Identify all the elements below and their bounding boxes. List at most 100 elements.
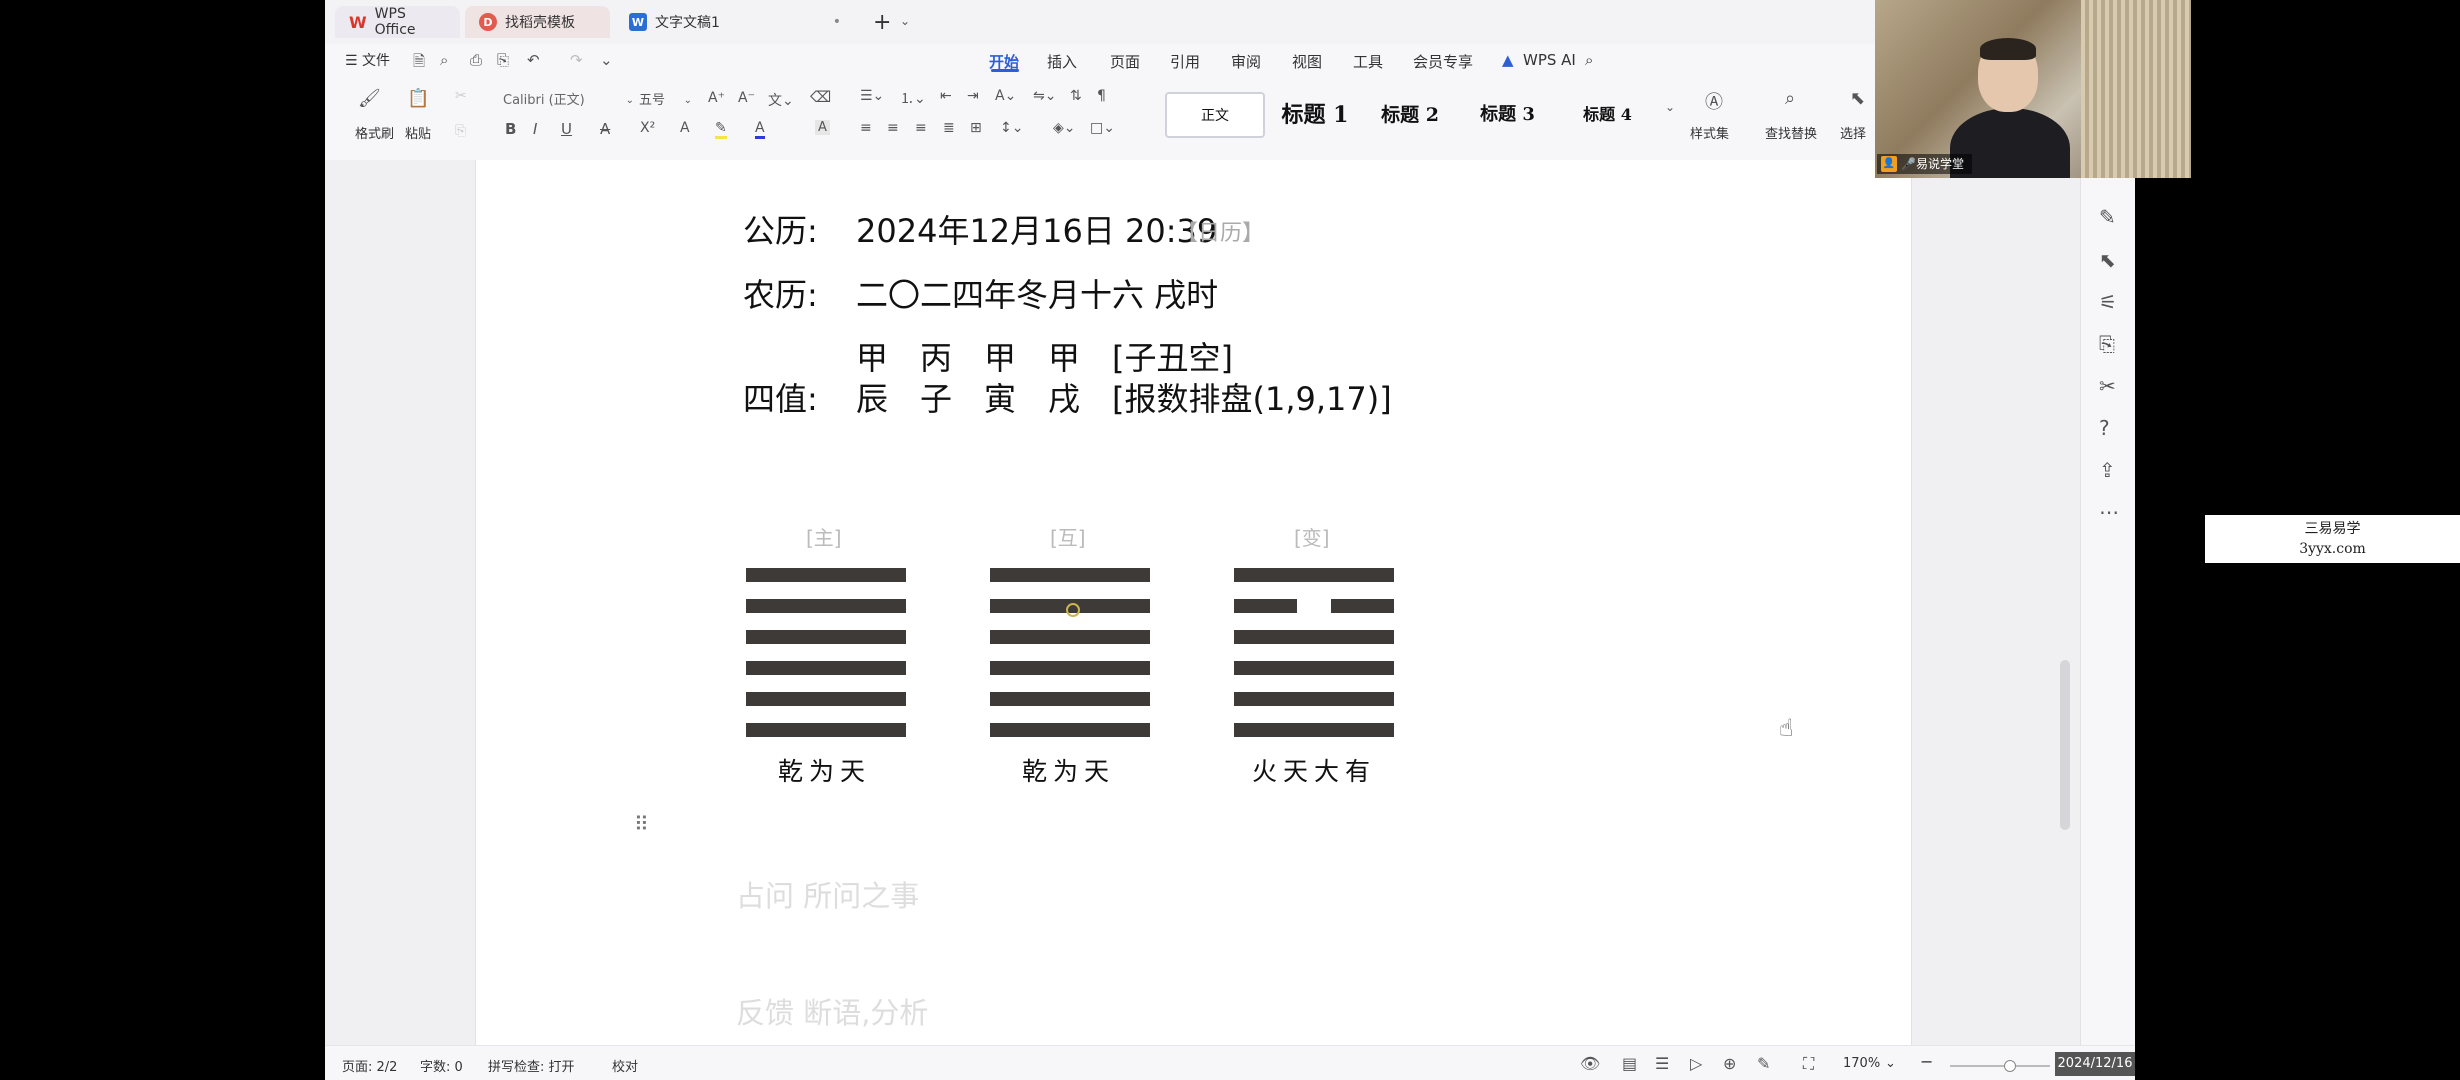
tab-wps-office[interactable]: W WPS Office xyxy=(335,6,460,38)
decrease-indent-icon[interactable]: ⇤ xyxy=(940,88,952,104)
underline-icon[interactable]: U xyxy=(561,120,572,138)
style-heading-4[interactable]: 标题 4 xyxy=(1560,92,1655,134)
close-tab-icon[interactable]: • xyxy=(833,14,841,30)
tab-docer-templates[interactable]: D 找稻壳模板 xyxy=(465,6,610,38)
select-cursor-icon: ⬉ xyxy=(1850,88,1866,109)
style-heading-2[interactable]: 标题 2 xyxy=(1365,92,1455,134)
undo-icon[interactable]: ↶ xyxy=(527,51,540,69)
align-right-icon[interactable]: ≡ xyxy=(915,120,927,136)
increase-indent-icon[interactable]: ⇥ xyxy=(967,88,979,104)
find-replace-button[interactable]: 查找替换 xyxy=(1765,123,1817,142)
phonetic-guide-icon[interactable]: 文⌄ xyxy=(768,90,794,110)
format-painter-button[interactable]: 格式刷 xyxy=(355,123,394,142)
file-menu[interactable]: ☰ 文件 xyxy=(345,50,390,70)
style-set-button[interactable]: 样式集 xyxy=(1690,123,1729,142)
document-page[interactable]: 公历: 2024年12月16日 20:39 【日历】 农历: 二〇二四年冬月十六… xyxy=(475,160,1912,1045)
tab-page[interactable]: 页面 xyxy=(1110,51,1140,72)
copy-icon[interactable]: ⎘ xyxy=(455,123,466,139)
tab-wps-ai[interactable]: WPS AI xyxy=(1523,51,1576,69)
strikethrough-icon[interactable]: A xyxy=(600,120,610,138)
justify-icon[interactable]: ≣ xyxy=(943,120,955,136)
bullet-list-icon[interactable]: ☰⌄ xyxy=(860,88,884,104)
page-view-icon[interactable]: ▤ xyxy=(1622,1054,1637,1073)
proofread-button[interactable]: 校对 xyxy=(612,1056,638,1075)
bold-icon[interactable]: B xyxy=(505,120,516,138)
style-heading-3[interactable]: 标题 3 xyxy=(1460,92,1555,134)
settings-sliders-icon[interactable]: ⚟ xyxy=(2099,290,2117,314)
font-grow-icon[interactable]: A⁺ xyxy=(708,90,725,106)
tools-icon[interactable]: ✂ xyxy=(2099,374,2116,398)
print-preview-icon[interactable]: ⎘ xyxy=(497,51,509,69)
styles-expand-icon[interactable]: ⌄ xyxy=(1665,100,1675,114)
align-left-icon[interactable]: ≡ xyxy=(860,120,872,136)
chevron-down-icon[interactable]: ⌄ xyxy=(900,14,910,28)
presenter-name-tag: 👤 🎤 易说学堂 xyxy=(1877,154,1972,174)
text-effect-icon[interactable]: A xyxy=(680,120,690,136)
select-button[interactable]: 选择 xyxy=(1840,123,1866,142)
spell-check-toggle[interactable]: 拼写检查: 打开 xyxy=(488,1056,575,1075)
tab-tools[interactable]: 工具 xyxy=(1353,51,1383,72)
line-spacing-icon[interactable]: ↕⌄ xyxy=(1000,120,1023,136)
tab-view[interactable]: 视图 xyxy=(1292,51,1322,72)
new-tab-icon[interactable]: + xyxy=(873,10,891,35)
style-heading-1[interactable]: 标题 1 xyxy=(1270,92,1360,134)
share-icon[interactable]: ⇪ xyxy=(2099,458,2116,482)
border-icon[interactable]: □⌄ xyxy=(1090,120,1115,136)
paste-button[interactable]: 粘贴 xyxy=(405,123,431,142)
vertical-scrollbar[interactable] xyxy=(2060,660,2070,830)
word-count[interactable]: 字数: 0 xyxy=(420,1056,463,1075)
font-name-select[interactable]: Calibri (正文) ⌄ xyxy=(500,88,637,114)
select-tool-icon[interactable]: ⬉ xyxy=(2099,248,2116,272)
cut-icon[interactable]: ✂ xyxy=(455,88,467,104)
shading-icon[interactable]: ◈⌄ xyxy=(1053,120,1076,136)
font-shrink-icon[interactable]: A⁻ xyxy=(738,90,755,106)
drag-handle-icon[interactable]: ⠿ xyxy=(634,812,649,836)
highlight-icon[interactable]: ✎ xyxy=(715,120,727,139)
quick-access-more-icon[interactable]: ⌄ xyxy=(600,51,613,69)
calendar-link[interactable]: 【日历】 xyxy=(1176,215,1264,247)
style-normal[interactable]: 正文 xyxy=(1165,92,1265,138)
tab-references[interactable]: 引用 xyxy=(1170,51,1200,72)
web-view-icon[interactable]: ⊕ xyxy=(1723,1054,1736,1073)
tab-member[interactable]: 会员专享 xyxy=(1413,51,1473,72)
print-icon[interactable]: ⎙ xyxy=(470,51,482,69)
char-shading-icon[interactable]: A xyxy=(815,120,830,135)
italic-icon[interactable]: I xyxy=(533,120,537,138)
zoom-slider-thumb[interactable] xyxy=(2004,1060,2016,1072)
save-icon[interactable]: 🗎 xyxy=(413,51,425,76)
style-heading-1-label: 标题 1 xyxy=(1281,102,1349,128)
zoom-out-icon[interactable]: − xyxy=(1920,1052,1933,1071)
chevron-down-icon[interactable]: ⌄ xyxy=(1885,1056,1896,1071)
redo-icon[interactable]: ↷ xyxy=(570,51,583,69)
distributed-icon[interactable]: ⊞ xyxy=(970,120,982,136)
chinese-layout-icon[interactable]: ⇋⌄ xyxy=(1033,88,1056,104)
sort-icon[interactable]: ⇅ xyxy=(1070,88,1082,104)
chevron-down-icon: ⌄ xyxy=(625,95,634,106)
share-icon[interactable]: ⌕ xyxy=(440,51,448,69)
play-icon[interactable]: ▷ xyxy=(1690,1054,1702,1073)
fit-page-icon[interactable]: ⛶ xyxy=(1803,1054,1814,1074)
more-icon[interactable]: ⋯ xyxy=(2099,500,2119,524)
align-center-icon[interactable]: ≡ xyxy=(887,120,899,136)
zoom-slider[interactable] xyxy=(1950,1065,2050,1067)
font-color-icon[interactable]: A xyxy=(755,120,765,139)
tab-review[interactable]: 审阅 xyxy=(1231,51,1261,72)
eye-protection-icon[interactable]: 👁 xyxy=(1580,1054,1600,1073)
tab-document-1[interactable]: W 文字文稿1 • xyxy=(615,6,855,38)
superscript-icon[interactable]: X² xyxy=(640,120,655,136)
search-icon[interactable]: ⌕ xyxy=(1585,51,1593,69)
page-count[interactable]: 页面: 2/2 xyxy=(342,1056,397,1075)
numbered-list-icon[interactable]: ⒈⌄ xyxy=(900,88,926,108)
font-size-select[interactable]: 五号 ⌄ xyxy=(638,88,695,114)
zoom-level[interactable]: 170% xyxy=(1843,1056,1880,1071)
tab-insert[interactable]: 插入 xyxy=(1047,51,1077,72)
outline-view-icon[interactable]: ☰ xyxy=(1655,1054,1669,1073)
pen-icon[interactable]: ✎ xyxy=(1757,1054,1770,1073)
edit-icon[interactable]: ✎ xyxy=(2099,205,2116,229)
style-heading-4-label: 标题 4 xyxy=(1583,105,1632,124)
translate-icon[interactable]: ⎘ xyxy=(2099,332,2115,356)
show-marks-icon[interactable]: ¶ xyxy=(1097,88,1106,104)
text-direction-icon[interactable]: A⌄ xyxy=(995,88,1016,104)
help-icon[interactable]: ? xyxy=(2099,416,2110,440)
clear-format-icon[interactable]: ⌫ xyxy=(810,88,831,106)
